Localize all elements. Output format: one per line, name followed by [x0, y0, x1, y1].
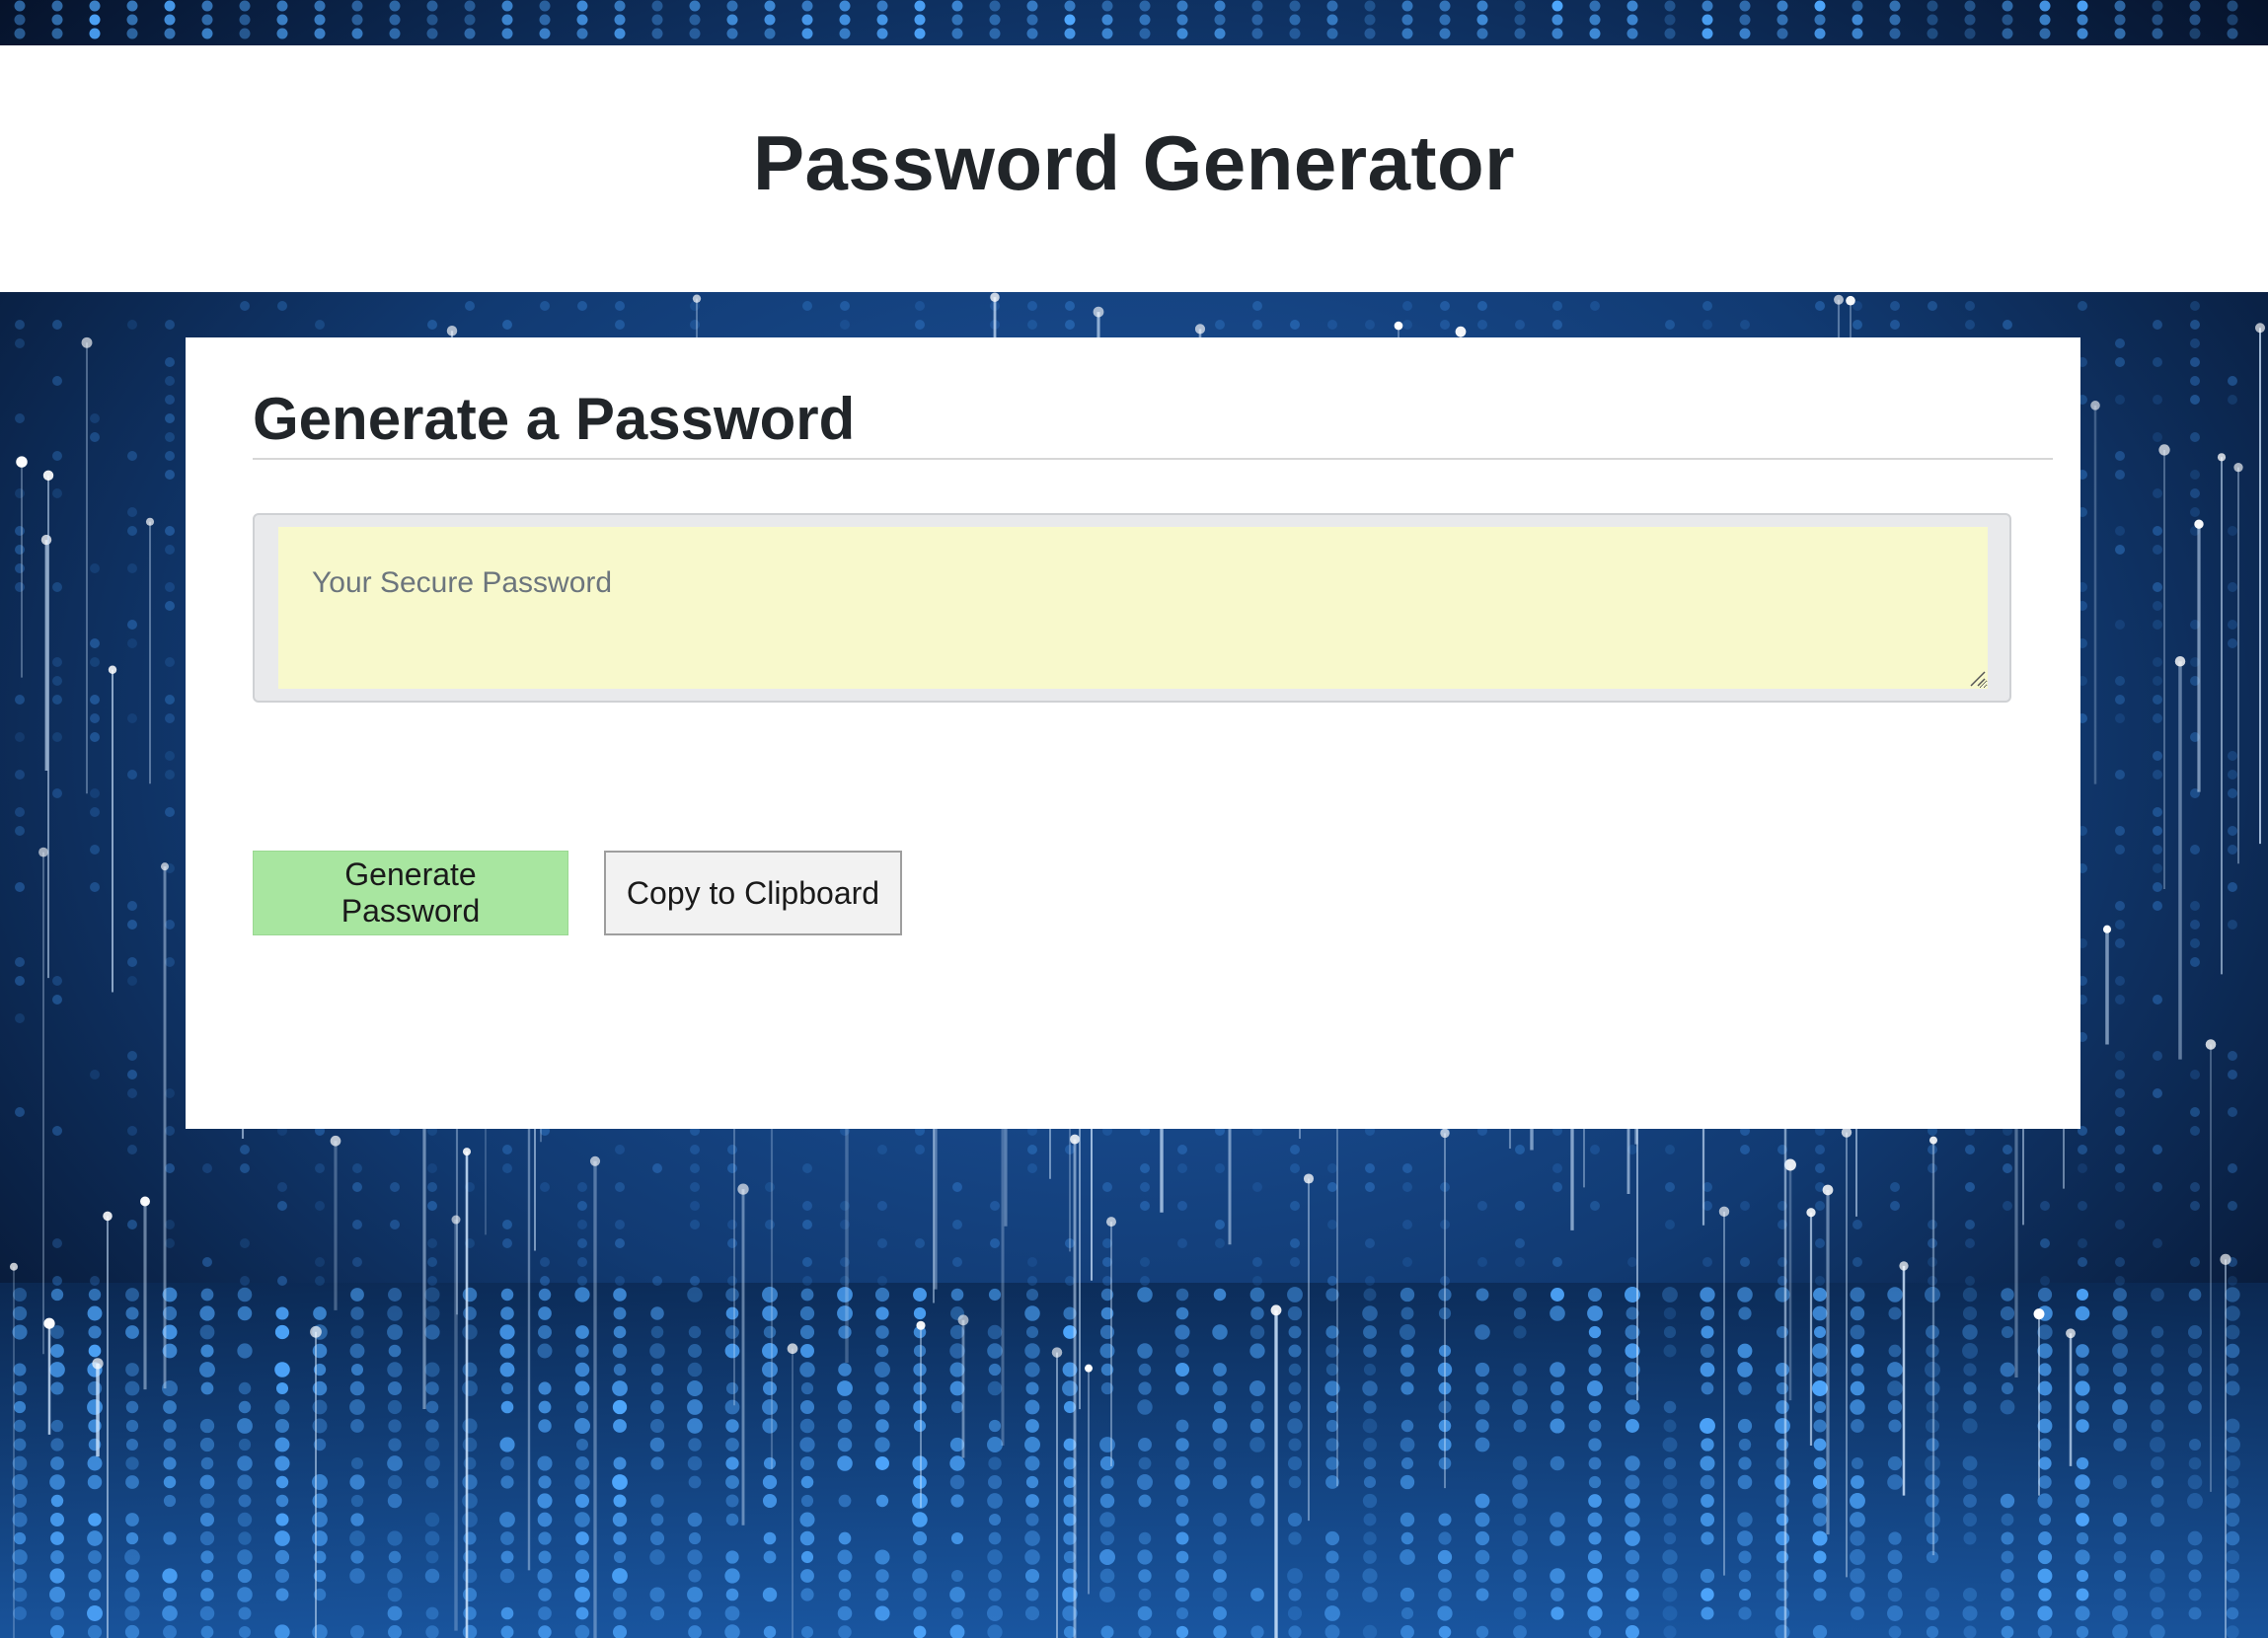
card-heading: Generate a Password: [253, 386, 856, 452]
copy-to-clipboard-button[interactable]: Copy to Clipboard: [604, 851, 902, 935]
generator-card: Generate a Password Generate Password Co…: [186, 337, 2080, 1129]
page-title: Password Generator: [753, 119, 1515, 206]
heading-divider: [253, 458, 2053, 460]
page-header: Password Generator: [0, 45, 2268, 292]
password-field-container: [253, 513, 2011, 703]
generate-password-button[interactable]: Generate Password: [253, 851, 568, 935]
password-textarea[interactable]: [278, 527, 1988, 689]
